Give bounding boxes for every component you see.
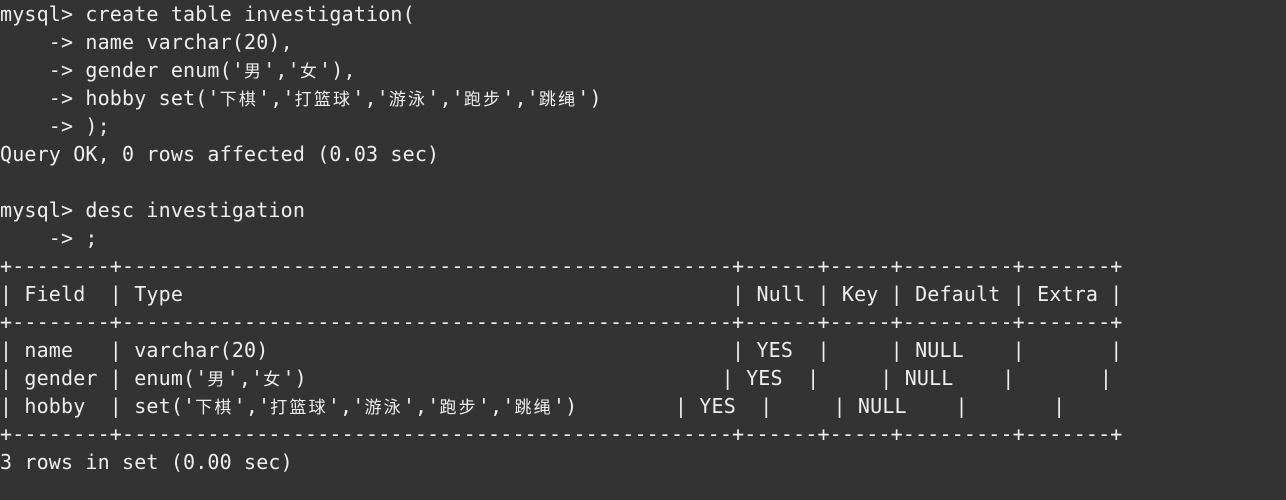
terminal-line: mysql> desc investigation [0,198,306,222]
terminal-line: -> ); [0,114,110,138]
terminal-line: | name | varchar(20) | YES | | NULL | | [0,338,1123,362]
cjk-text: 打篮球 [270,398,328,418]
terminal-line: +--------+------------------------------… [0,310,1123,334]
terminal-line: -> gender enum('男','女'), [0,58,356,82]
cjk-text: 跑步 [463,90,503,110]
cjk-text: 打篮球 [294,90,353,110]
cjk-text: 下棋 [219,90,259,110]
terminal-line: Query OK, 0 rows affected (0.03 sec) [0,142,440,166]
terminal-line: mysql> create table investigation( [0,2,415,26]
cjk-text: 男 [207,370,227,390]
cjk-text: 游泳 [364,398,403,418]
cjk-text: 跳绳 [538,90,578,110]
terminal-line: -> hobby set('下棋','打篮球','游泳','跑步','跳绳') [0,86,602,110]
terminal-line: | Field | Type | Null | Key | Default | … [0,282,1123,306]
terminal-line: -> ; [0,226,98,250]
cjk-text: 女 [299,62,320,82]
terminal-line: +--------+------------------------------… [0,422,1123,446]
cjk-text: 男 [244,62,264,82]
cjk-text: 游泳 [388,90,428,110]
cjk-text: 跑步 [439,398,478,418]
cjk-text: 跳绳 [514,398,553,418]
terminal-output[interactable]: mysql> create table investigation( -> na… [0,0,1286,500]
terminal-line: | hobby | set('下棋','打篮球','游泳','跑步','跳绳')… [0,394,1066,418]
terminal-line: | gender | enum('男','女') | YES | | NULL … [0,366,1113,390]
terminal-line: -> name varchar(20), [0,30,293,54]
terminal-line: +--------+------------------------------… [0,254,1123,278]
cjk-text: 女 [263,370,283,390]
terminal-line: 3 rows in set (0.00 sec) [0,450,293,474]
cjk-text: 下棋 [195,398,234,418]
